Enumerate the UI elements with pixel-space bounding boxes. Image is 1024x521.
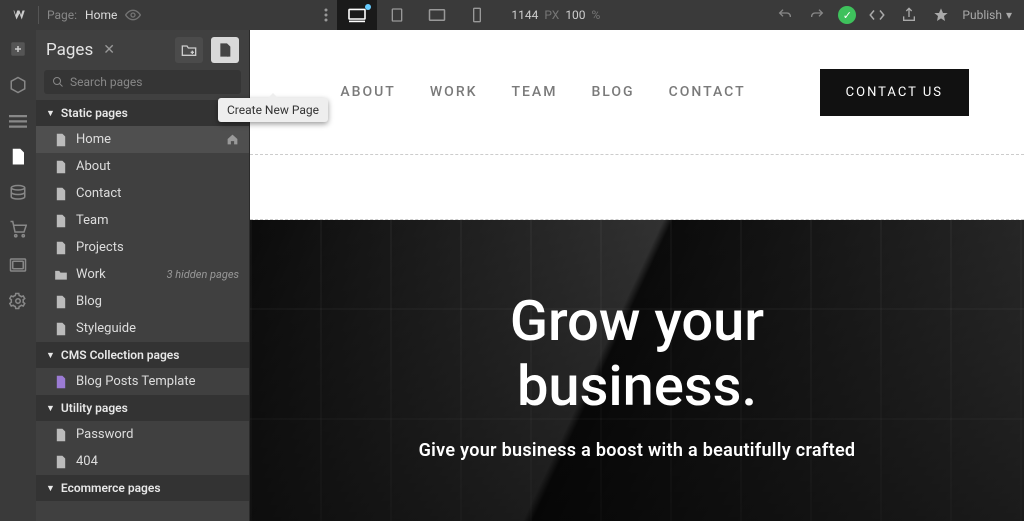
group-label: CMS Collection pages bbox=[61, 348, 180, 362]
new-page-tooltip: Create New Page bbox=[218, 98, 328, 122]
page-icon bbox=[54, 295, 68, 309]
search-icon bbox=[52, 76, 64, 88]
hidden-pages-meta: 3 hidden pages bbox=[167, 268, 239, 281]
search-placeholder: Search pages bbox=[70, 75, 142, 89]
page-label: Blog bbox=[76, 294, 239, 309]
page-item-projects[interactable]: Projects bbox=[36, 234, 249, 261]
page-item-about[interactable]: About bbox=[36, 153, 249, 180]
pages-panel: Pages ✕ Create New Page Search pages ▼St… bbox=[36, 30, 250, 521]
page-icon bbox=[54, 133, 68, 147]
page-label: Home bbox=[76, 132, 218, 147]
search-pages-input[interactable]: Search pages bbox=[44, 70, 241, 94]
canvas-width-value: 1144 bbox=[511, 8, 538, 22]
page-icon bbox=[54, 160, 68, 174]
nav-link-blog[interactable]: BLOG bbox=[591, 84, 634, 100]
more-menu-icon[interactable] bbox=[315, 4, 337, 26]
contact-us-button[interactable]: CONTACT US bbox=[820, 69, 969, 116]
page-item-404[interactable]: 404 bbox=[36, 448, 249, 475]
device-desktop-button[interactable] bbox=[337, 0, 377, 30]
nav-link-contact[interactable]: CONTACT bbox=[669, 84, 746, 100]
group-ecommerce-pages[interactable]: ▼Ecommerce pages bbox=[36, 475, 249, 501]
page-item-blog-posts-template[interactable]: Blog Posts Template bbox=[36, 368, 249, 395]
page-label: Page: bbox=[47, 8, 77, 22]
page-icon bbox=[54, 187, 68, 201]
page-label: Work bbox=[76, 267, 159, 282]
page-item-blog[interactable]: Blog bbox=[36, 288, 249, 315]
preview-eye-icon[interactable] bbox=[125, 7, 141, 23]
redo-icon[interactable] bbox=[806, 4, 828, 26]
page-label: Contact bbox=[76, 186, 239, 201]
pages-panel-icon[interactable] bbox=[7, 146, 29, 168]
page-icon bbox=[54, 214, 68, 228]
canvas-width-unit: PX bbox=[544, 8, 559, 22]
device-tablet-landscape-button[interactable] bbox=[417, 0, 457, 30]
current-page-name[interactable]: Home bbox=[85, 8, 117, 22]
page-icon bbox=[54, 455, 68, 469]
nav-link-about[interactable]: ABOUT bbox=[340, 84, 395, 100]
audit-icon[interactable] bbox=[930, 4, 952, 26]
folder-icon bbox=[54, 268, 68, 282]
publish-label: Publish bbox=[962, 8, 1002, 22]
group-label: Ecommerce pages bbox=[61, 481, 161, 495]
canvas-zoom-unit: % bbox=[592, 8, 601, 22]
symbols-icon[interactable] bbox=[7, 74, 29, 96]
left-tool-rail bbox=[0, 30, 36, 521]
page-item-contact[interactable]: Contact bbox=[36, 180, 249, 207]
device-tablet-button[interactable] bbox=[377, 0, 417, 30]
page-label: Projects bbox=[76, 240, 239, 255]
assets-icon[interactable] bbox=[7, 254, 29, 276]
webflow-logo-icon[interactable] bbox=[12, 6, 30, 24]
page-icon bbox=[54, 428, 68, 442]
close-panel-icon[interactable]: ✕ bbox=[103, 42, 115, 58]
settings-gear-icon[interactable] bbox=[7, 290, 29, 312]
page-label: About bbox=[76, 159, 239, 174]
panel-title: Pages bbox=[46, 40, 93, 60]
hero-heading-line1: Grow your bbox=[510, 288, 764, 354]
undo-icon[interactable] bbox=[774, 4, 796, 26]
canvas-size-readout: 1144 PX 100 % bbox=[511, 8, 600, 22]
hero-heading-line2: business. bbox=[517, 353, 757, 419]
group-cms-pages[interactable]: ▼CMS Collection pages bbox=[36, 342, 249, 368]
page-icon bbox=[54, 322, 68, 336]
new-page-button[interactable] bbox=[211, 37, 239, 63]
hero-heading[interactable]: Grow your business. bbox=[510, 289, 764, 418]
group-utility-pages[interactable]: ▼Utility pages bbox=[36, 395, 249, 421]
status-ok-icon[interactable]: ✓ bbox=[838, 6, 856, 24]
device-mobile-button[interactable] bbox=[457, 0, 497, 30]
canvas-zoom-value: 100 bbox=[565, 8, 585, 22]
page-label: Styleguide bbox=[76, 321, 239, 336]
page-item-styleguide[interactable]: Styleguide bbox=[36, 315, 249, 342]
design-canvas[interactable]: ABOUT WORK TEAM BLOG CONTACT CONTACT US … bbox=[250, 30, 1024, 521]
publish-button[interactable]: Publish▾ bbox=[962, 8, 1012, 22]
page-item-home[interactable]: Home bbox=[36, 126, 249, 153]
page-label: Team bbox=[76, 213, 239, 228]
new-folder-button[interactable] bbox=[175, 37, 203, 63]
page-item-team[interactable]: Team bbox=[36, 207, 249, 234]
page-label: Password bbox=[76, 427, 239, 442]
page-label: 404 bbox=[76, 454, 239, 469]
ecommerce-icon[interactable] bbox=[7, 218, 29, 240]
group-label: Utility pages bbox=[61, 401, 128, 415]
navigator-icon[interactable] bbox=[7, 110, 29, 132]
page-label: Blog Posts Template bbox=[76, 374, 239, 389]
cms-icon[interactable] bbox=[7, 182, 29, 204]
home-indicator-icon bbox=[226, 133, 239, 146]
nav-link-team[interactable]: TEAM bbox=[511, 84, 557, 100]
top-bar: Page: Home 1144 PX 100 % ✓ bbox=[0, 0, 1024, 30]
hero-subtext[interactable]: Give your business a boost with a beauti… bbox=[419, 440, 856, 461]
page-item-password[interactable]: Password bbox=[36, 421, 249, 448]
section-spacer[interactable] bbox=[250, 155, 1024, 220]
site-navbar: ABOUT WORK TEAM BLOG CONTACT CONTACT US bbox=[250, 30, 1024, 155]
nav-link-work[interactable]: WORK bbox=[430, 84, 478, 100]
code-icon[interactable] bbox=[866, 4, 888, 26]
page-icon bbox=[54, 241, 68, 255]
hero-section[interactable]: Grow your business. Give your business a… bbox=[250, 220, 1024, 521]
add-element-icon[interactable] bbox=[7, 38, 29, 60]
group-label: Static pages bbox=[61, 106, 128, 120]
cms-page-icon bbox=[54, 375, 68, 389]
page-item-work-folder[interactable]: Work 3 hidden pages bbox=[36, 261, 249, 288]
export-icon[interactable] bbox=[898, 4, 920, 26]
